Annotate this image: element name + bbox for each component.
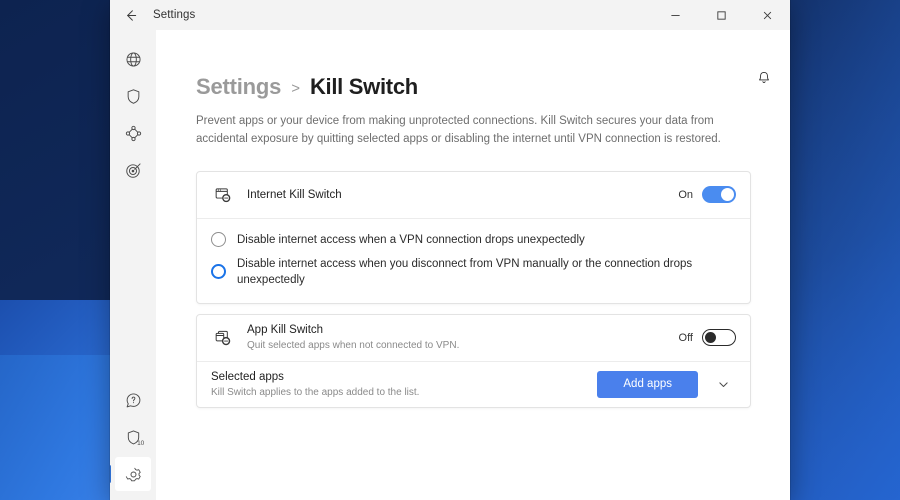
page-title: Kill Switch: [309, 74, 418, 99]
radio-button-selected[interactable]: [211, 264, 226, 280]
window-body: 10 Settings > Kill Switch Prevent apps o…: [110, 30, 790, 500]
sidebar-item-settings[interactable]: [110, 457, 151, 491]
internet-kill-switch-toggle[interactable]: [702, 186, 736, 204]
toggle-knob: [721, 188, 734, 202]
selected-apps-expand-button[interactable]: [710, 371, 736, 397]
radio-option-manual-or-drop-label: Disable internet access when you disconn…: [237, 257, 693, 286]
sidebar-item-shield[interactable]: [115, 79, 151, 113]
breadcrumb-parent[interactable]: Settings: [196, 74, 281, 100]
sidebar-item-globe[interactable]: [115, 42, 151, 76]
target-icon: [124, 161, 143, 180]
selected-apps-title: Selected apps: [211, 370, 284, 383]
add-apps-button[interactable]: Add apps: [597, 370, 698, 399]
app-kill-switch-state-label: Off: [678, 331, 693, 344]
notification-count-badge: 10: [137, 440, 144, 447]
chevron-down-icon: [717, 378, 730, 391]
help-bubble-icon: [124, 391, 143, 410]
internet-kill-switch-text: Internet Kill Switch: [247, 187, 678, 203]
app-block-icon: [211, 329, 235, 347]
internet-kill-switch-card: Internet Kill Switch On Disable internet…: [196, 170, 751, 304]
radio-option-manual-or-drop[interactable]: Disable internet access when you disconn…: [211, 252, 736, 292]
selected-apps-row: Selected apps Kill Switch applies to the…: [197, 360, 750, 407]
sidebar-item-target[interactable]: [115, 153, 151, 187]
minimize-button[interactable]: [652, 0, 698, 30]
selected-apps-subtitle: Kill Switch applies to the apps added to…: [211, 386, 420, 398]
toggle-knob: [705, 332, 716, 344]
breadcrumb: Settings > Kill Switch: [196, 74, 750, 100]
internet-kill-switch-toggle-group[interactable]: On: [678, 186, 736, 204]
app-kill-switch-toggle-group[interactable]: Off: [678, 329, 736, 347]
window-titlebar: Settings: [110, 0, 790, 30]
sidebar-item-help[interactable]: [115, 383, 151, 417]
sidebar-rail: 10: [110, 30, 156, 500]
page-container: Settings > Kill Switch Prevent apps or y…: [156, 30, 790, 408]
shield-icon: [124, 87, 143, 106]
sidebar-bottom-group: 10: [110, 383, 156, 492]
radio-option-drop-label: Disable internet access when a VPN conne…: [237, 233, 585, 246]
internet-kill-switch-options: Disable internet access when a VPN conne…: [197, 217, 750, 303]
app-kill-switch-subtitle: Quit selected apps when not connected to…: [247, 340, 460, 352]
settings-window: Settings 10 Settings > Kill Switch Preve…: [110, 0, 790, 500]
main-content: Settings > Kill Switch Prevent apps or y…: [156, 30, 790, 500]
app-kill-switch-text: App Kill Switch Quit selected apps when …: [247, 322, 679, 354]
internet-kill-switch-title: Internet Kill Switch: [247, 188, 342, 201]
breadcrumb-separator: >: [291, 80, 300, 97]
close-button[interactable]: [744, 0, 790, 30]
internet-kill-switch-row[interactable]: Internet Kill Switch On: [197, 172, 750, 218]
sidebar-item-notifications[interactable]: 10: [115, 420, 151, 454]
mesh-network-icon: [124, 124, 143, 143]
sidebar-top-group: [110, 42, 156, 188]
sidebar-item-mesh[interactable]: [115, 116, 151, 150]
app-kill-switch-title: App Kill Switch: [247, 324, 324, 337]
notifications-bell-button[interactable]: [750, 64, 778, 92]
globe-icon: [124, 50, 143, 69]
bell-icon: [756, 70, 772, 86]
page-description: Prevent apps or your device from making …: [196, 115, 721, 145]
app-kill-switch-toggle[interactable]: [702, 329, 736, 347]
radio-option-drop[interactable]: Disable internet access when a VPN conne…: [211, 228, 736, 252]
window-title: Settings: [153, 9, 196, 21]
browser-block-icon: [211, 186, 235, 204]
selected-apps-text: Selected apps Kill Switch applies to the…: [211, 369, 597, 401]
internet-kill-switch-state-label: On: [678, 188, 693, 201]
app-kill-switch-card: App Kill Switch Quit selected apps when …: [196, 313, 751, 408]
back-arrow-icon[interactable]: [110, 0, 150, 30]
maximize-button[interactable]: [698, 0, 744, 30]
app-kill-switch-row[interactable]: App Kill Switch Quit selected apps when …: [197, 315, 750, 361]
gear-icon: [124, 465, 143, 484]
radio-button-unselected[interactable]: [211, 232, 226, 248]
